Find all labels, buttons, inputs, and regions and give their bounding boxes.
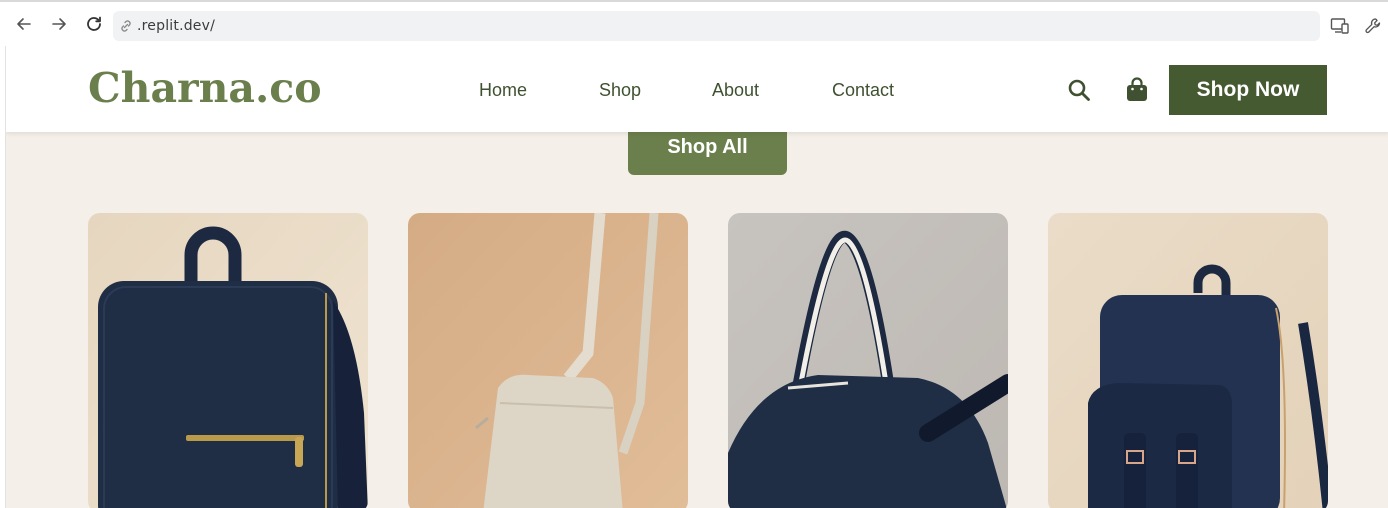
link-icon bbox=[121, 20, 131, 32]
nav-about[interactable]: About bbox=[712, 80, 759, 101]
nav-contact[interactable]: Contact bbox=[832, 80, 894, 101]
product-image bbox=[1048, 213, 1328, 508]
shopping-bag-icon bbox=[1127, 77, 1147, 101]
product-card[interactable] bbox=[408, 213, 688, 508]
arrow-right-icon bbox=[52, 18, 66, 30]
wrench-icon bbox=[1365, 18, 1381, 34]
reload-icon bbox=[87, 16, 101, 31]
product-image bbox=[728, 213, 1008, 508]
reload-button[interactable] bbox=[81, 10, 107, 38]
browser-toolbar: .replit.dev/ bbox=[0, 0, 1388, 46]
forward-button[interactable] bbox=[46, 10, 72, 38]
arrow-left-icon bbox=[17, 18, 31, 30]
product-image bbox=[408, 213, 688, 508]
site-header: Charna.co Home Shop About Contact Shop N… bbox=[6, 46, 1388, 132]
address-bar[interactable]: .replit.dev/ bbox=[113, 11, 1320, 41]
site-logo[interactable]: Charna.co bbox=[88, 64, 322, 112]
page-viewport: Charna.co Home Shop About Contact Shop N… bbox=[5, 46, 1388, 508]
product-card[interactable] bbox=[728, 213, 1008, 508]
nav-shop[interactable]: Shop bbox=[599, 80, 641, 101]
search-icon bbox=[1068, 79, 1090, 101]
product-card[interactable] bbox=[88, 213, 368, 508]
cart-button[interactable] bbox=[1123, 76, 1151, 104]
nav-home[interactable]: Home bbox=[479, 80, 527, 101]
shop-now-button[interactable]: Shop Now bbox=[1169, 65, 1327, 115]
url-text: .replit.dev/ bbox=[137, 18, 216, 34]
device-toggle-icon bbox=[1330, 18, 1349, 34]
product-image bbox=[88, 213, 368, 508]
back-button[interactable] bbox=[11, 10, 37, 38]
product-card[interactable] bbox=[1048, 213, 1328, 508]
devtools-button[interactable] bbox=[1360, 12, 1386, 40]
device-toggle-button[interactable] bbox=[1327, 12, 1353, 40]
search-button[interactable] bbox=[1065, 76, 1093, 104]
